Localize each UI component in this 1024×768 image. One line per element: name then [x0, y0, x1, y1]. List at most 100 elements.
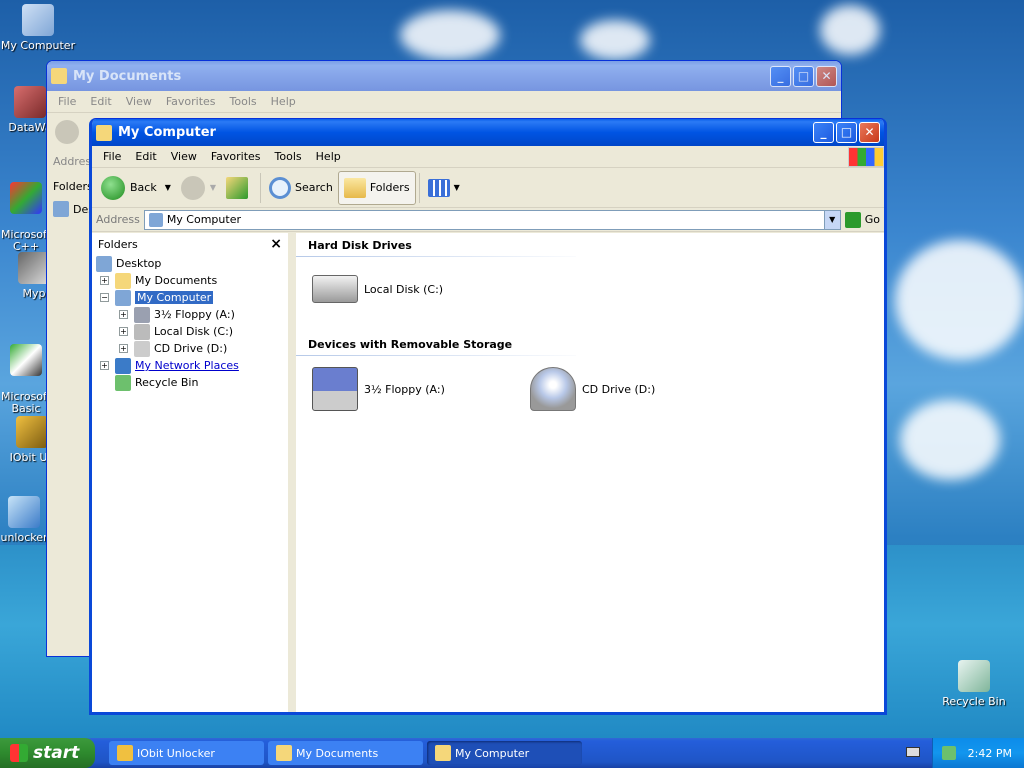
menu-file[interactable]: File	[51, 95, 83, 108]
start-label: start	[33, 743, 80, 763]
folder-icon	[276, 745, 292, 761]
tree-item[interactable]: + Local Disk (C:)	[96, 323, 288, 340]
search-label: Search	[295, 181, 333, 194]
maximize-button[interactable]: □	[793, 65, 814, 87]
menu-edit[interactable]: Edit	[128, 150, 163, 163]
desktop-icon-label: My Computer	[0, 39, 76, 52]
task-label: My Documents	[296, 746, 379, 760]
expand-toggle[interactable]: +	[100, 276, 109, 285]
tree-item[interactable]: + CD Drive (D:)	[96, 340, 288, 357]
start-button[interactable]: start	[0, 738, 95, 768]
tree-item[interactable]: +3½ Floppy (A:)	[96, 306, 288, 323]
tree-item[interactable]: Desktop	[96, 255, 288, 272]
back-button[interactable]: Back ▼	[96, 171, 176, 205]
forward-button[interactable]: ▼	[176, 171, 221, 205]
folders-pane: Folders × Desktop + My Documents − My Comput…	[92, 233, 292, 712]
tree-item-label: Local Disk (C:)	[154, 325, 234, 338]
recycle-bin-icon	[958, 660, 990, 692]
menu-help[interactable]: Help	[264, 95, 303, 108]
desktop-icon-my-computer[interactable]: My Computer	[0, 4, 78, 52]
menu-bar: File Edit View Favorites Tools Help	[92, 146, 884, 168]
menu-file[interactable]: File	[96, 150, 128, 163]
back-label: Back	[130, 181, 157, 194]
windows-logo-icon	[848, 146, 884, 167]
minimize-button[interactable]: _	[813, 122, 834, 143]
menu-favorites[interactable]: Favorites	[159, 95, 223, 108]
expand-toggle[interactable]: −	[100, 293, 109, 302]
taskbar-item-my-documents[interactable]: My Documents	[268, 741, 423, 765]
recycle-tray-icon[interactable]	[941, 746, 956, 760]
task-label: My Computer	[455, 746, 530, 760]
tree-item[interactable]: Recycle Bin	[96, 374, 288, 391]
views-button[interactable]: ▼	[423, 171, 465, 205]
section-header-hard-disk: Hard Disk Drives	[296, 233, 576, 257]
go-button[interactable]: Go	[844, 211, 880, 228]
back-arrow-icon[interactable]	[55, 120, 79, 144]
folder-tree: Desktop + My Documents − My Computer +3½ Flop…	[92, 255, 288, 391]
taskbar: start IObit Unlocker My Documents My Com…	[0, 738, 1024, 768]
folder-up-icon	[226, 176, 249, 199]
folders-button[interactable]: Folders	[337, 170, 416, 205]
menu-bar: File Edit View Favorites Tools Help	[47, 91, 841, 113]
title-bar[interactable]: My Documents _ □ ✕	[47, 61, 841, 91]
title-bar[interactable]: My Computer _ □ ✕	[92, 119, 884, 146]
tree-item[interactable]: + My Network Places	[96, 357, 288, 374]
menu-favorites[interactable]: Favorites	[204, 150, 268, 163]
computer-icon	[148, 212, 163, 227]
drive-item-cd-d[interactable]: CD Drive (D:)	[530, 367, 655, 411]
windows-logo-icon	[10, 744, 28, 762]
search-button[interactable]: Search	[264, 171, 338, 205]
expand-toggle[interactable]: +	[100, 361, 109, 370]
drive-item-local-disk-c[interactable]: Local Disk (C:)	[312, 275, 443, 303]
minimize-button[interactable]: _	[770, 65, 791, 87]
menu-tools[interactable]: Tools	[223, 95, 264, 108]
menu-view[interactable]: View	[164, 150, 204, 163]
up-button[interactable]	[221, 171, 257, 205]
close-button[interactable]: ✕	[859, 122, 880, 143]
drive-label: 3½ Floppy (A:)	[364, 382, 445, 396]
taskbar-item-iobit[interactable]: IObit Unlocker	[109, 741, 264, 765]
address-label: Addres	[53, 155, 92, 168]
floppy-icon	[312, 367, 358, 411]
address-dropdown-button[interactable]: ▼	[823, 210, 840, 229]
close-button[interactable]: ✕	[816, 65, 837, 87]
desktop-icon-recycle-bin[interactable]: Recycle Bin	[934, 660, 1014, 708]
drive-item-floppy-a[interactable]: 3½ Floppy (A:)	[312, 367, 445, 411]
forward-arrow-icon	[180, 175, 205, 200]
folder-icon	[115, 272, 131, 289]
views-icon	[427, 178, 450, 197]
tree-item[interactable]: − My Computer	[96, 289, 288, 306]
clock[interactable]: 2:42 PM	[968, 747, 1012, 760]
search-icon	[269, 176, 292, 199]
toolbar: Back ▼ ▼ Search Folders ▼	[92, 168, 884, 208]
dropdown-arrow-icon[interactable]: ▼	[165, 183, 171, 192]
dropdown-arrow-icon: ▼	[209, 183, 217, 192]
maximize-button[interactable]: □	[836, 122, 857, 143]
dropdown-arrow-icon: ▼	[453, 183, 460, 192]
lock-icon	[16, 416, 48, 448]
tree-item-label: My Computer	[135, 291, 214, 304]
desktop-icon-label: Recycle Bin	[942, 695, 1006, 708]
taskbar-item-my-computer[interactable]: My Computer	[427, 741, 582, 765]
expand-toggle[interactable]: +	[119, 327, 128, 336]
drive-label: CD Drive (D:)	[582, 382, 656, 396]
menu-view[interactable]: View	[119, 95, 159, 108]
menu-help[interactable]: Help	[309, 150, 348, 163]
tree-item[interactable]: + My Documents	[96, 272, 288, 289]
recycle-bin-icon	[115, 374, 131, 391]
menu-tools[interactable]: Tools	[268, 150, 309, 163]
visual-basic-icon	[10, 344, 42, 376]
address-input[interactable]: My Computer ▼	[143, 209, 841, 230]
keyboard-icon[interactable]	[906, 747, 920, 757]
computer-icon	[115, 289, 131, 306]
address-value: My Computer	[166, 213, 241, 226]
my-computer-window[interactable]: My Computer _ □ ✕ File Edit View Favorit…	[89, 118, 887, 715]
tree-item-label: CD Drive (D:)	[154, 342, 228, 355]
expand-toggle[interactable]: +	[119, 344, 128, 353]
expand-toggle[interactable]: +	[119, 310, 128, 319]
close-pane-button[interactable]: ×	[270, 236, 282, 252]
menu-edit[interactable]: Edit	[83, 95, 118, 108]
cd-drive-icon	[134, 340, 150, 357]
tree-item-label: 3½ Floppy (A:)	[154, 308, 235, 321]
computer-icon	[22, 4, 54, 36]
